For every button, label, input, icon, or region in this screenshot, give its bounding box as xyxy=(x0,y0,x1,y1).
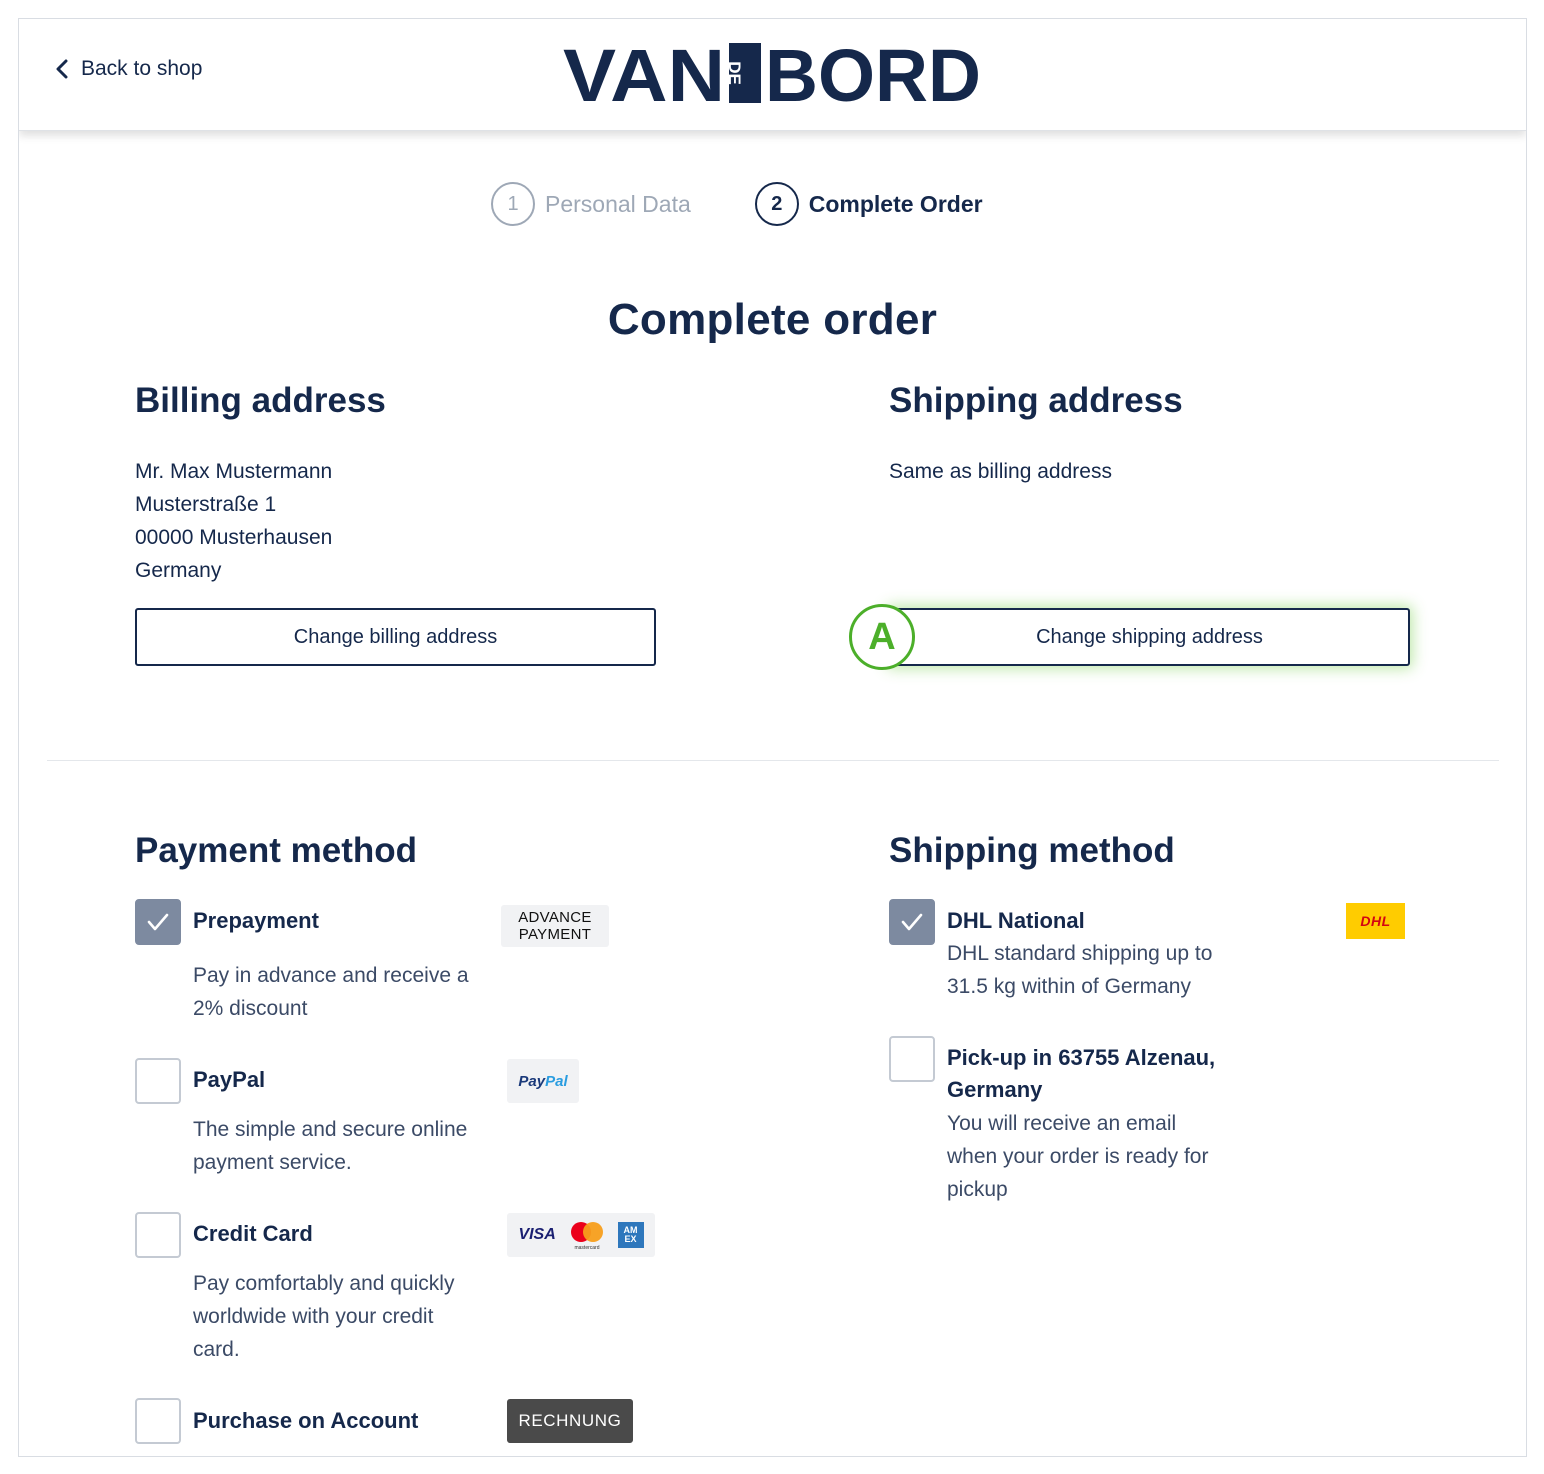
shipping-address-heading: Shipping address xyxy=(889,381,1183,420)
billing-address-block: Mr. Max Mustermann Musterstraße 1 00000 … xyxy=(135,455,332,587)
description-line: 2% discount xyxy=(193,997,308,1020)
logo-text-de: DE xyxy=(725,61,744,85)
description-line: worldwide with your credit xyxy=(193,1305,434,1328)
badge-line: ADVANCE xyxy=(518,909,592,926)
step-complete-order: 2 Complete Order xyxy=(754,182,983,226)
payment-method-heading: Payment method xyxy=(135,831,417,870)
credit-card-description: Pay comfortably and quickly worldwide wi… xyxy=(193,1267,454,1366)
annotation-marker-a: A xyxy=(849,604,915,670)
step-label: Complete Order xyxy=(808,190,983,217)
description-line: Pay in advance and receive a xyxy=(193,964,469,987)
title-line: Pick-up in 63755 Alzenau, xyxy=(947,1045,1216,1070)
paypal-checkbox[interactable] xyxy=(135,1058,181,1104)
shipping-address-text: Same as billing address xyxy=(889,460,1112,483)
change-billing-address-button[interactable]: Change billing address xyxy=(135,608,656,666)
billing-address-heading: Billing address xyxy=(135,381,386,420)
chevron-left-icon xyxy=(56,59,68,79)
credit-card-checkbox[interactable] xyxy=(135,1212,181,1258)
checkout-page: Back to shop VAN DE BORD 1 Personal Data… xyxy=(18,18,1527,1457)
paypal-logo-part1: Pay xyxy=(518,1072,546,1090)
paypal-description: The simple and secure online payment ser… xyxy=(193,1113,467,1179)
credit-card-logos: VISA mastercard AM EX xyxy=(507,1213,655,1257)
checkout-stepper: 1 Personal Data 2 Complete Order xyxy=(491,182,983,226)
mastercard-logo: mastercard xyxy=(570,1222,603,1250)
header: Back to shop VAN DE BORD xyxy=(19,19,1526,131)
check-icon xyxy=(901,913,923,931)
back-to-shop-label: Back to shop xyxy=(81,57,203,80)
description-line: pickup xyxy=(947,1178,1008,1201)
step-personal-data[interactable]: 1 Personal Data xyxy=(491,182,691,226)
visa-logo: VISA xyxy=(518,1226,556,1243)
dhl-logo: DHL xyxy=(1346,903,1405,939)
back-to-shop-link[interactable]: Back to shop xyxy=(55,57,202,81)
pickup-description: You will receive an email when your orde… xyxy=(947,1107,1208,1206)
pickup-title: Pick-up in 63755 Alzenau, Germany xyxy=(947,1042,1215,1106)
badge-line: PAYMENT xyxy=(518,926,592,943)
prepayment-title: Prepayment xyxy=(193,908,319,933)
step-number: 1 xyxy=(491,182,535,226)
rechnung-badge: RECHNUNG xyxy=(507,1399,633,1443)
description-line: 31.5 kg within of Germany xyxy=(947,975,1191,998)
credit-card-title: Credit Card xyxy=(193,1221,313,1246)
dhl-national-title: DHL National xyxy=(947,908,1085,933)
description-line: DHL standard shipping up to xyxy=(947,942,1213,965)
billing-line-street: Musterstraße 1 xyxy=(135,493,277,516)
dhl-national-description: DHL standard shipping up to 31.5 kg with… xyxy=(947,937,1212,1003)
billing-line-city: 00000 Musterhausen xyxy=(135,526,333,549)
paypal-logo: Pay Pal xyxy=(507,1059,579,1103)
paypal-title: PayPal xyxy=(193,1067,266,1092)
logo-text-bord: BORD xyxy=(765,41,981,105)
amex-logo: AM EX xyxy=(617,1222,644,1248)
advance-payment-badge: ADVANCE PAYMENT xyxy=(501,905,609,947)
section-divider xyxy=(47,760,1499,761)
step-label: Personal Data xyxy=(545,190,691,217)
shipping-method-heading: Shipping method xyxy=(889,831,1175,870)
billing-line-country: Germany xyxy=(135,559,222,582)
description-line: You will receive an email xyxy=(947,1112,1177,1135)
dhl-national-checkbox[interactable] xyxy=(889,899,935,945)
purchase-on-account-title: Purchase on Account xyxy=(193,1408,419,1433)
description-line: The simple and secure online xyxy=(193,1118,468,1141)
prepayment-checkbox[interactable] xyxy=(135,899,181,945)
title-line: Germany xyxy=(947,1077,1043,1102)
paypal-logo-part2: Pal xyxy=(545,1072,568,1090)
description-line: Pay comfortably and quickly xyxy=(193,1272,455,1295)
svg-text:mastercard: mastercard xyxy=(574,1245,599,1250)
purchase-on-account-checkbox[interactable] xyxy=(135,1398,181,1444)
logo-text-van: VAN xyxy=(563,41,725,105)
vandebord-logo[interactable]: VAN DE BORD xyxy=(563,41,983,105)
dhl-logo-text: DHL xyxy=(1360,913,1391,929)
billing-line-name: Mr. Max Mustermann xyxy=(135,460,333,483)
prepayment-description: Pay in advance and receive a 2% discount xyxy=(193,959,469,1025)
description-line: when your order is ready for xyxy=(947,1145,1209,1168)
description-line: payment service. xyxy=(193,1151,352,1174)
page-title: Complete order xyxy=(607,295,938,344)
description-line: card. xyxy=(193,1338,240,1361)
step-number: 2 xyxy=(754,182,799,226)
check-icon xyxy=(147,913,169,931)
pickup-checkbox[interactable] xyxy=(889,1036,935,1082)
change-shipping-address-button[interactable]: Change shipping address xyxy=(889,608,1410,666)
